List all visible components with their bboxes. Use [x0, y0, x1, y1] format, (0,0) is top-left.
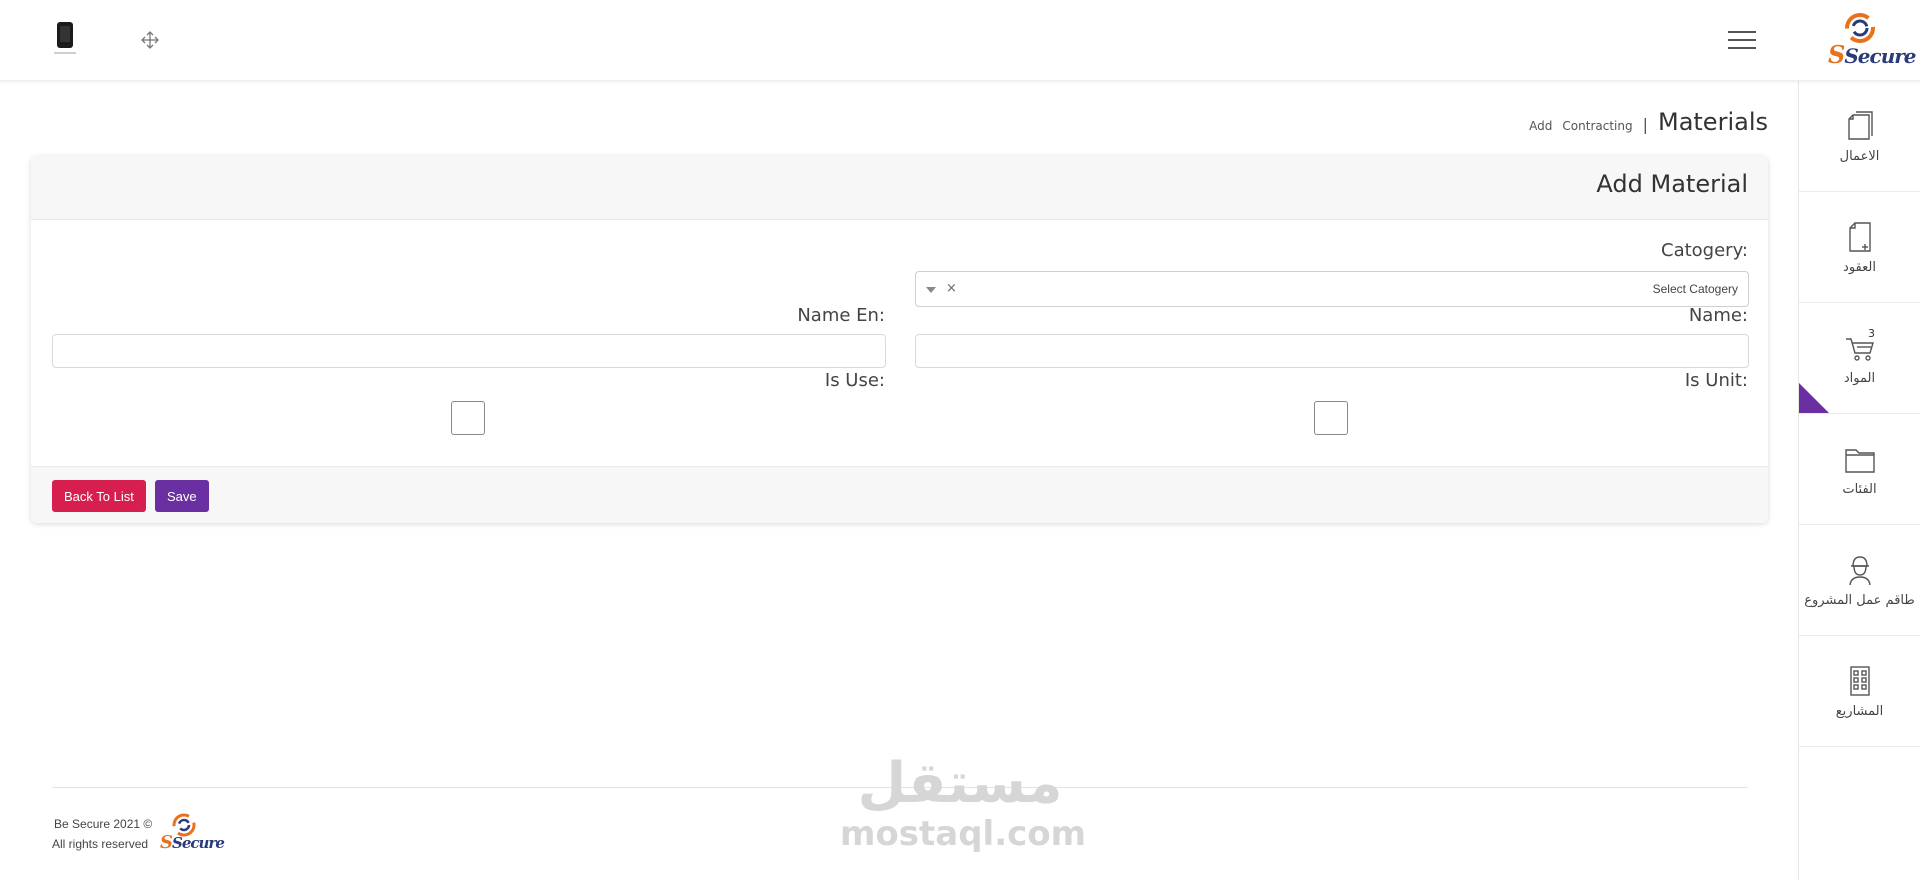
- name-input[interactable]: [915, 334, 1749, 368]
- card-body: Catogery: × Select Catogery Name: Name E…: [31, 220, 1768, 466]
- logo-text-label: Secure: [1844, 44, 1916, 68]
- name-en-input[interactable]: [52, 334, 886, 368]
- sidebar-item-works[interactable]: الاعمال: [1799, 81, 1920, 192]
- category-select[interactable]: × Select Catogery: [915, 271, 1749, 307]
- save-button[interactable]: Save: [155, 480, 209, 512]
- add-material-card: Add Material Catogery: × Select Catogery…: [31, 156, 1768, 523]
- document-stack-icon: [1847, 110, 1873, 140]
- is-use-checkbox[interactable]: [451, 401, 485, 435]
- clear-selection-icon[interactable]: ×: [946, 281, 957, 296]
- top-bar: SSecure: [0, 0, 1920, 81]
- building-icon: [1849, 665, 1870, 696]
- sidebar-item-project-staff[interactable]: طاقم عمل المشروع: [1799, 525, 1920, 636]
- is-unit-checkbox[interactable]: [1314, 401, 1348, 435]
- category-select-placeholder: Select Catogery: [1652, 282, 1738, 296]
- mostaql-watermark: مستقل mostaql.com: [840, 751, 1087, 854]
- folder-icon: [1844, 448, 1875, 473]
- hamburger-menu-icon[interactable]: [1728, 31, 1756, 51]
- watermark-arabic: مستقل: [857, 751, 1063, 816]
- sidebar-item-label: الفئات: [1842, 481, 1877, 497]
- sidebar-item-materials[interactable]: 3 المواد: [1799, 303, 1920, 414]
- watermark-latin: mostaql.com: [840, 814, 1087, 854]
- is-unit-label: Is Unit:: [1684, 370, 1748, 391]
- page-title: Materials: [1657, 108, 1768, 136]
- breadcrumb-add[interactable]: Add: [1529, 119, 1552, 133]
- footer-logo-label: Secure: [172, 834, 225, 852]
- chevron-down-icon[interactable]: [926, 287, 936, 293]
- breadcrumb-separator: |: [1642, 115, 1648, 134]
- card-title: Add Material: [1596, 170, 1748, 198]
- worker-icon: [1848, 555, 1871, 585]
- sidebar-item-label: المواد: [1843, 370, 1876, 386]
- card-footer: Back To List Save: [31, 466, 1768, 523]
- document-add-icon: [1848, 221, 1871, 252]
- card-header: Add Material: [31, 156, 1768, 220]
- expand-arrows-icon[interactable]: [140, 30, 160, 50]
- breadcrumb-contracting[interactable]: Contracting: [1562, 119, 1632, 133]
- sidebar-item-label: العقود: [1843, 259, 1876, 275]
- footer-logo-text: SSecure: [160, 832, 225, 853]
- category-label: Catogery:: [1661, 240, 1748, 261]
- sidebar-item-label: الاعمال: [1839, 148, 1880, 164]
- sidebar-item-label: طاقم عمل المشروع: [1804, 592, 1915, 608]
- sidebar-item-label: المشاريع: [1835, 703, 1884, 719]
- name-label: Name:: [1688, 305, 1748, 326]
- sidebar-item-contracts[interactable]: العقود: [1799, 192, 1920, 303]
- back-to-list-button[interactable]: Back To List: [52, 480, 146, 512]
- copyright: Be Secure 2021 © All rights reserved: [52, 814, 152, 854]
- cart-badge: 3: [1868, 327, 1875, 340]
- is-use-label: Is Use:: [824, 370, 885, 391]
- copyright-line-2: All rights reserved: [52, 837, 149, 851]
- logo-text: SSecure: [1828, 40, 1917, 69]
- breadcrumb: Add Contracting | Materials: [1529, 108, 1768, 136]
- sidebar: الاعمال العقود 3 المواد الفئات طاقم عمل …: [1798, 81, 1920, 880]
- secure-logo: SSecure: [1828, 12, 1917, 69]
- sidebar-item-projects[interactable]: المشاريع: [1799, 636, 1920, 747]
- name-en-label: Name En:: [797, 305, 885, 326]
- tablet-icon[interactable]: [50, 20, 80, 60]
- sidebar-item-categories[interactable]: الفئات: [1799, 414, 1920, 525]
- copyright-line-1: Be Secure 2021 ©: [54, 817, 153, 831]
- footer-logo: SSecure: [160, 812, 225, 854]
